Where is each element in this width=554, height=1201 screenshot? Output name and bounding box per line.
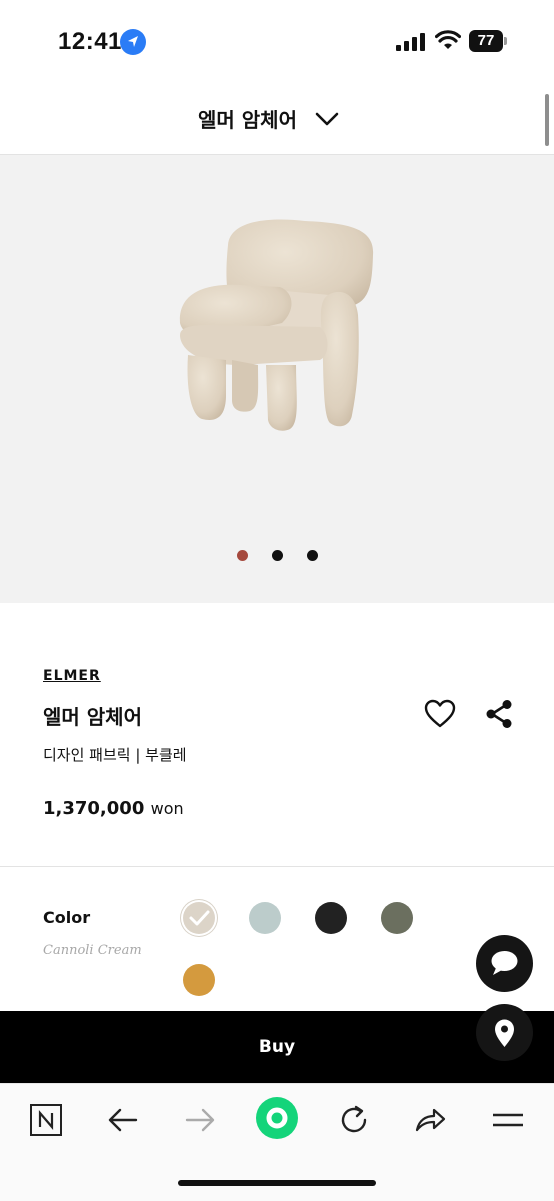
price-currency: won bbox=[150, 799, 184, 818]
battery-icon: 77 bbox=[469, 30, 509, 52]
home-indicator[interactable] bbox=[178, 1180, 376, 1186]
gallery-dot-3[interactable] bbox=[306, 550, 318, 561]
map-pin-icon bbox=[495, 1019, 514, 1047]
share-icon[interactable] bbox=[484, 699, 514, 729]
gallery-pagination[interactable] bbox=[0, 550, 554, 561]
product-gallery[interactable] bbox=[0, 155, 554, 603]
gallery-dot-1[interactable] bbox=[236, 550, 248, 561]
price-value: 1,370,000 bbox=[43, 798, 145, 819]
forward-arrow-icon[interactable] bbox=[183, 1103, 217, 1137]
color-label: Color bbox=[43, 908, 91, 927]
buy-button[interactable]: Buy bbox=[0, 1011, 554, 1083]
share-arrow-icon[interactable] bbox=[413, 1103, 447, 1137]
color-swatch[interactable] bbox=[249, 902, 281, 934]
naver-home-icon[interactable] bbox=[29, 1103, 63, 1137]
chevron-down-icon bbox=[315, 112, 339, 125]
store-location-button[interactable] bbox=[476, 1004, 533, 1061]
battery-level: 77 bbox=[469, 30, 503, 52]
back-arrow-icon[interactable] bbox=[106, 1103, 140, 1137]
product-name: 엘머 암체어 bbox=[43, 705, 142, 729]
heart-icon[interactable] bbox=[424, 699, 456, 729]
wifi-icon bbox=[435, 30, 461, 49]
green-dot-home-icon[interactable] bbox=[255, 1096, 299, 1140]
color-swatch[interactable] bbox=[183, 902, 215, 934]
cellular-signal-icon bbox=[396, 33, 425, 51]
reload-icon[interactable] bbox=[337, 1103, 371, 1137]
product-price: 1,370,000 won bbox=[43, 798, 184, 819]
check-icon bbox=[189, 910, 210, 926]
color-swatch[interactable] bbox=[183, 964, 215, 996]
product-image-armchair bbox=[179, 219, 374, 431]
chat-button[interactable] bbox=[476, 935, 533, 992]
page-title: 엘머 암체어 bbox=[198, 108, 297, 132]
chat-bubble-icon bbox=[491, 951, 518, 975]
color-swatch[interactable] bbox=[315, 902, 347, 934]
section-divider bbox=[0, 866, 554, 867]
product-description: 디자인 패브릭 | 부클레 bbox=[43, 746, 187, 764]
color-swatch[interactable] bbox=[381, 902, 413, 934]
brand-link[interactable]: ELMER bbox=[43, 668, 101, 684]
selected-color-name: Cannoli Cream bbox=[43, 943, 142, 958]
gallery-dot-2[interactable] bbox=[271, 550, 283, 561]
scroll-indicator[interactable] bbox=[545, 94, 549, 146]
status-bar: 12:41 77 bbox=[0, 0, 554, 80]
title-bar: 엘머 암체어 bbox=[0, 80, 554, 155]
status-time: 12:41 bbox=[58, 28, 122, 55]
menu-icon[interactable] bbox=[491, 1103, 525, 1137]
location-arrow-icon bbox=[120, 29, 146, 55]
title-dropdown[interactable]: 엘머 암체어 bbox=[198, 104, 339, 133]
